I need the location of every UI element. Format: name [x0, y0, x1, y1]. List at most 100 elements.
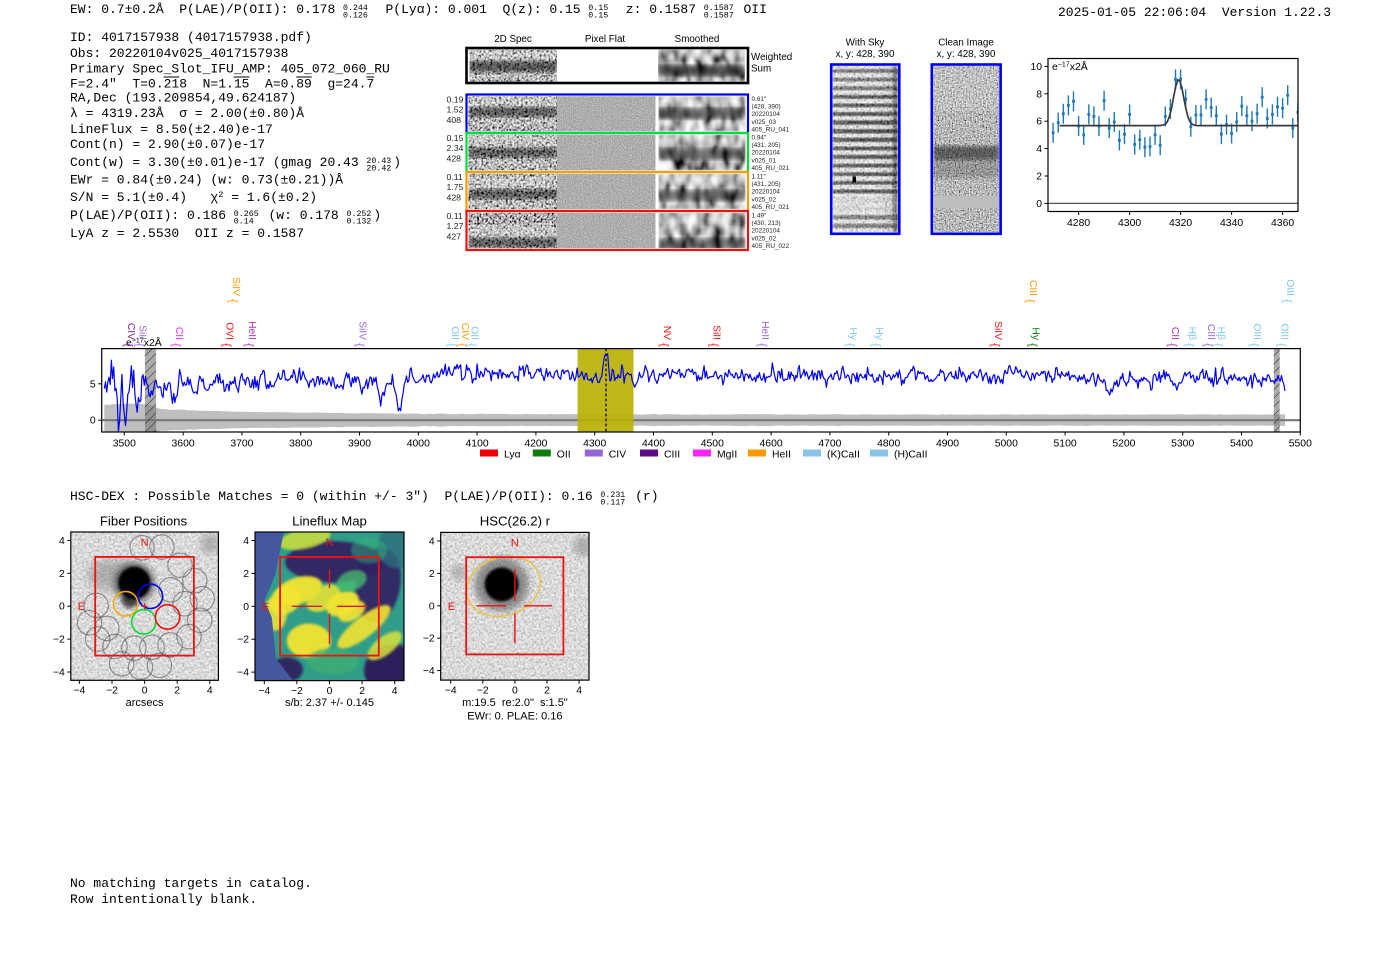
svg-text:428: 428 [447, 154, 462, 164]
svg-text:4000: 4000 [407, 439, 430, 450]
svg-text:Hβ: Hβ [1186, 327, 1197, 340]
svg-text:6: 6 [1036, 117, 1042, 128]
svg-text:20220104: 20220104 [752, 111, 781, 118]
svg-text:5200: 5200 [1112, 439, 1135, 450]
svg-text:HeII: HeII [759, 321, 770, 340]
svg-text:405_RU_021: 405_RU_021 [752, 165, 790, 172]
svg-text:2.34: 2.34 [447, 143, 464, 153]
svg-text:CIII: CIII [1205, 324, 1216, 340]
svg-text:v025_02: v025_02 [752, 196, 777, 203]
svg-text:CIV: CIV [609, 450, 626, 461]
svg-text:No matching targets in catalog: No matching targets in catalog. [70, 876, 312, 891]
svg-text:−4: −4 [258, 686, 270, 697]
svg-text:OIII: OIII [1279, 323, 1290, 340]
svg-text:{: { [1281, 299, 1293, 303]
svg-text:{: { [354, 343, 366, 347]
svg-text:−4: −4 [73, 686, 85, 697]
svg-text:CIV: CIV [459, 323, 470, 340]
svg-text:{: { [1183, 343, 1195, 347]
svg-text:3800: 3800 [289, 439, 312, 450]
svg-text:0.126: 0.126 [343, 12, 368, 21]
svg-text:4800: 4800 [877, 439, 900, 450]
svg-text:2: 2 [59, 569, 65, 580]
svg-text:(w: 0.178: (w: 0.178 [261, 208, 347, 223]
svg-text:{: { [134, 343, 146, 347]
svg-text:Hy: Hy [873, 327, 884, 340]
svg-text:1.52: 1.52 [447, 105, 464, 115]
svg-text:z: 0.1587: z: 0.1587 [610, 2, 704, 17]
svg-text:0.1587: 0.1587 [704, 12, 734, 21]
svg-text:(430, 213): (430, 213) [752, 220, 781, 227]
svg-text:−4: −4 [445, 685, 457, 696]
svg-text:−4: −4 [423, 666, 435, 677]
svg-text:MgII: MgII [717, 450, 737, 461]
svg-text:1.27: 1.27 [447, 221, 464, 231]
svg-text:CIII: CIII [1027, 280, 1038, 296]
svg-text:408: 408 [447, 115, 462, 125]
svg-text:CIV: CIV [125, 323, 136, 340]
svg-text:e−17x2Å: e−17x2Å [1052, 60, 1088, 73]
svg-text:v025_02: v025_02 [752, 235, 777, 242]
svg-text:ID: 4017157938 (4017157938.pdf: ID: 4017157938 (4017157938.pdf) [70, 30, 312, 45]
svg-text:20.42: 20.42 [366, 165, 391, 174]
svg-text:S/N = 5.1(±0.4) χ2 = 1.6(±0.: S/N = 5.1(±0.4) χ2 = 1.6(±0.2) [70, 190, 317, 205]
svg-text:Fiber Positions: Fiber Positions [100, 514, 188, 529]
svg-text:0: 0 [59, 602, 65, 613]
svg-text:x, y: 428, 390: x, y: 428, 390 [937, 49, 996, 60]
svg-text:4200: 4200 [524, 439, 547, 450]
svg-text:λ = 4319.23Å σ = 2.00(±0.80)Å: λ = 4319.23Å σ = 2.00(±0.80)Å [70, 106, 304, 121]
svg-text:0.61": 0.61" [752, 96, 767, 103]
svg-text:4400: 4400 [642, 439, 665, 450]
svg-text:4700: 4700 [818, 439, 841, 450]
svg-text:4: 4 [59, 536, 65, 547]
svg-text:(431, 205): (431, 205) [752, 142, 781, 149]
svg-text:x, y: 428, 390: x, y: 428, 390 [836, 49, 895, 60]
svg-text:{: { [1248, 343, 1260, 347]
svg-text:E: E [78, 601, 85, 613]
svg-text:Smoothed: Smoothed [675, 34, 720, 45]
svg-text:N: N [511, 537, 519, 549]
svg-text:3900: 3900 [348, 439, 371, 450]
svg-text:Hy: Hy [1030, 327, 1041, 340]
svg-text:0: 0 [90, 416, 96, 427]
svg-text:{: { [1166, 343, 1178, 347]
svg-text:0.94": 0.94" [752, 135, 767, 142]
svg-text:0.117: 0.117 [600, 499, 625, 508]
svg-text:EWr: 0. PLAE: 0.16: EWr: 0. PLAE: 0.16 [467, 711, 562, 723]
svg-text:5500: 5500 [1289, 439, 1312, 450]
svg-text:4300: 4300 [583, 439, 606, 450]
svg-text:{: { [658, 343, 670, 347]
svg-text:OIII: OIII [1251, 323, 1262, 340]
svg-text:(H)CaII: (H)CaII [894, 450, 927, 461]
svg-text:HeII: HeII [246, 321, 257, 340]
svg-text:Row intentionally blank.: Row intentionally blank. [70, 892, 257, 907]
svg-text:0.132: 0.132 [347, 218, 372, 227]
svg-text:405_RU_041: 405_RU_041 [752, 126, 790, 133]
svg-text:2: 2 [359, 686, 365, 697]
svg-text:{: { [221, 343, 233, 347]
svg-text:2: 2 [243, 569, 249, 580]
svg-text:−2: −2 [477, 685, 489, 696]
svg-text:5: 5 [90, 379, 96, 390]
svg-text:Primary Spec_Slot_IFU_AMP: 405: Primary Spec_Slot_IFU_AMP: 405_072_060_R… [70, 62, 390, 77]
svg-text:{: { [756, 343, 768, 347]
svg-text:3700: 3700 [230, 439, 253, 450]
svg-text:{: { [870, 343, 882, 347]
svg-text:4: 4 [207, 686, 213, 697]
svg-text:Sum: Sum [751, 64, 771, 75]
svg-text:Weighted: Weighted [751, 52, 792, 63]
svg-text:): ) [373, 208, 381, 223]
svg-text:v025_03: v025_03 [752, 119, 777, 126]
svg-text:4340: 4340 [1220, 218, 1243, 229]
svg-text:RA,Dec (193.209854,49.624187): RA,Dec (193.209854,49.624187) [70, 91, 296, 106]
svg-text:2: 2 [544, 685, 550, 696]
svg-text:20220104: 20220104 [752, 189, 781, 196]
svg-text:4900: 4900 [936, 439, 959, 450]
svg-text:OII: OII [449, 326, 460, 340]
svg-text:20220104: 20220104 [752, 150, 781, 157]
svg-text:5000: 5000 [995, 439, 1018, 450]
svg-text:4280: 4280 [1067, 218, 1090, 229]
svg-text:2: 2 [1036, 172, 1042, 183]
svg-text:4: 4 [1036, 144, 1042, 155]
svg-text:SiIV: SiIV [230, 277, 241, 296]
